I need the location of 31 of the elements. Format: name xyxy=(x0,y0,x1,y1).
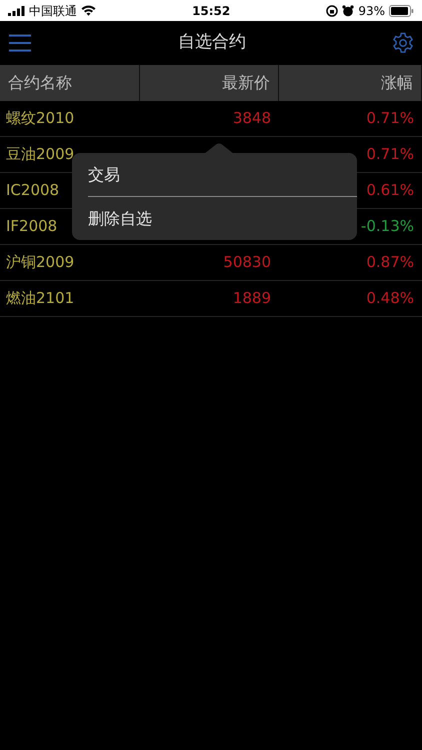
carrier-name: 中国联通 xyxy=(29,2,77,20)
price-cell: 1889 xyxy=(232,289,271,308)
status-time: 15:52 xyxy=(192,2,230,20)
change-cell: 0.87% xyxy=(366,253,414,272)
wifi-icon xyxy=(81,5,96,16)
contract-name[interactable]: 豆油2009 xyxy=(0,145,74,164)
change-cell: 0.71% xyxy=(366,145,414,164)
battery-icon xyxy=(389,4,414,16)
column-header[interactable]: 最新价 xyxy=(140,65,279,101)
price-cell: 50830 xyxy=(223,253,271,272)
screen-title: 自选合约 xyxy=(178,31,246,54)
change-cell: 0.61% xyxy=(366,181,414,200)
contract-name[interactable]: IF2008 xyxy=(0,217,58,236)
change-cell: 0.48% xyxy=(366,289,414,308)
signal-icon xyxy=(8,6,25,16)
menu-icon[interactable] xyxy=(8,34,32,52)
change-cell: 0.71% xyxy=(366,109,414,128)
settings-icon[interactable] xyxy=(392,32,414,54)
column-header[interactable]: 合约名称 xyxy=(0,65,140,101)
rotation-lock-icon xyxy=(326,4,338,16)
contract-name[interactable]: 沪铜2009 xyxy=(0,253,74,272)
column-header[interactable]: 涨幅 xyxy=(279,65,422,101)
battery-percent: 93% xyxy=(358,2,385,20)
contract-name[interactable]: 燃油2101 xyxy=(0,289,74,308)
menu-item[interactable]: 删除自选 xyxy=(72,197,357,240)
menu-item[interactable]: 交易 xyxy=(72,153,357,196)
change-cell: -0.13% xyxy=(360,217,414,236)
contract-name[interactable]: IC2008 xyxy=(0,181,60,200)
contract-name[interactable]: 螺纹2010 xyxy=(0,109,74,128)
alarm-icon xyxy=(342,4,354,16)
price-cell: 3848 xyxy=(232,109,271,128)
